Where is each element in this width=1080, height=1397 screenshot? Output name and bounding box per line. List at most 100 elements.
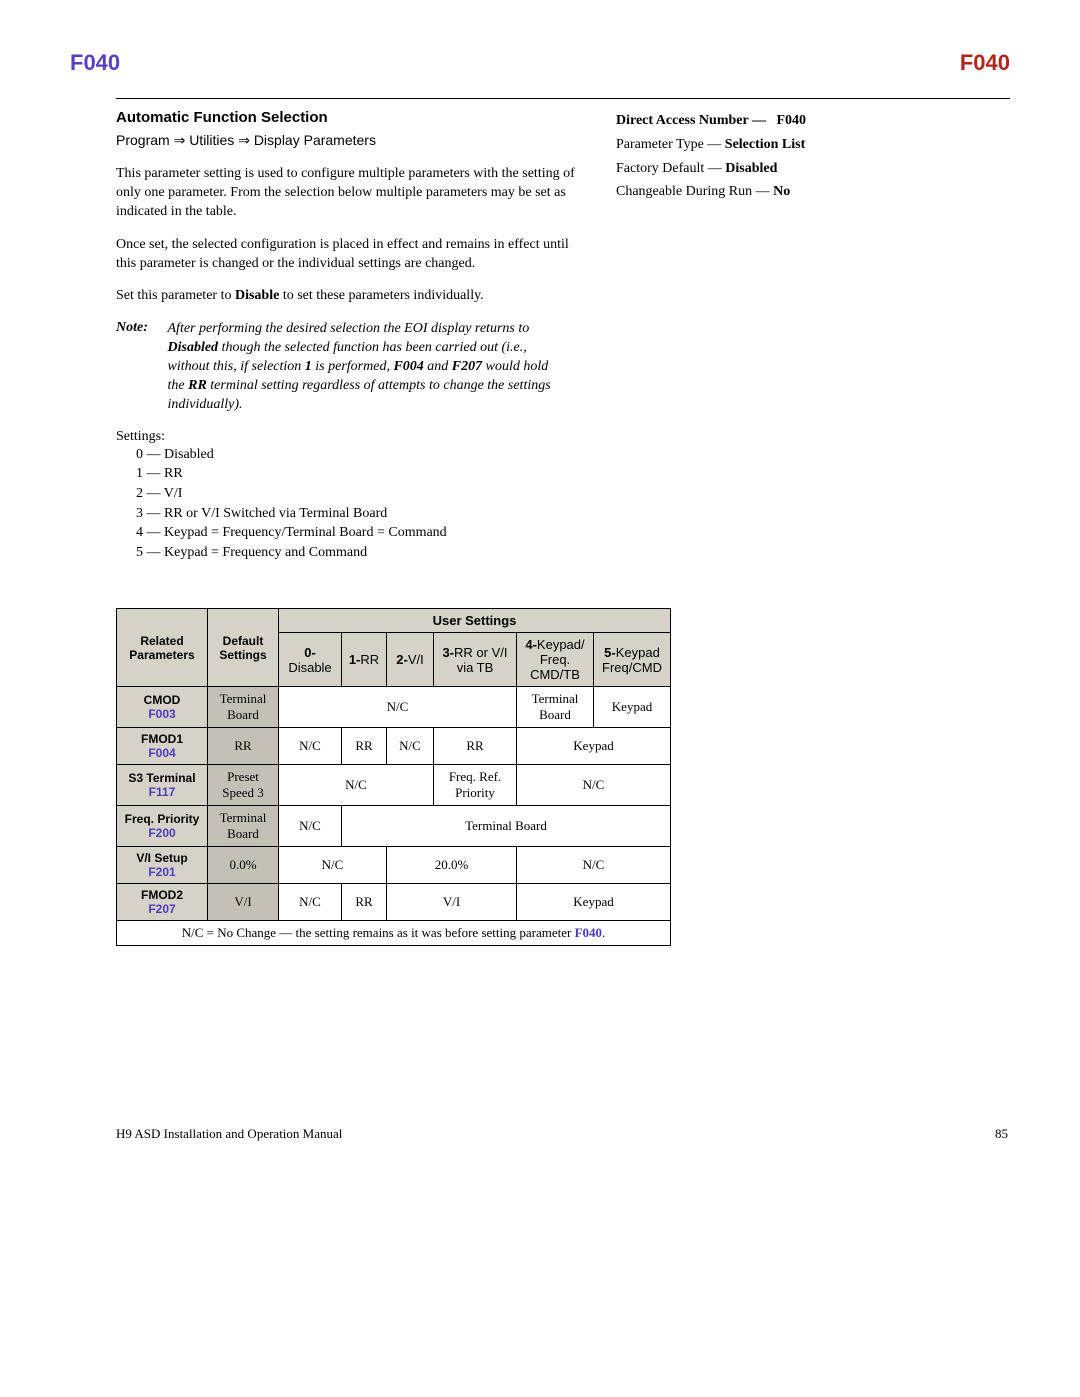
nb3: F004 <box>393 359 423 374</box>
note-text: After performing the desired selection t… <box>168 320 568 414</box>
table-row: CMODF003 Terminal Board N/C Terminal Boa… <box>117 687 671 728</box>
nb5: RR <box>188 378 207 393</box>
r2-name: S3 Terminal <box>128 771 195 785</box>
p3-bold: Disable <box>235 288 279 303</box>
footnote-post: . <box>602 925 605 940</box>
r5-c0: N/C <box>279 884 342 921</box>
nt4: and <box>424 359 452 374</box>
nb4: F207 <box>452 359 482 374</box>
factory-default-row: Factory Default — Disabled <box>616 157 886 181</box>
th-default: Default Settings <box>208 609 279 687</box>
nb2: 1 <box>305 359 312 374</box>
c4t: Keypad/ Freq. CMD/TB <box>530 637 585 682</box>
default-label: Factory Default — <box>616 161 725 176</box>
r0-c4: Terminal Board <box>517 687 594 728</box>
r5-c1: RR <box>342 884 387 921</box>
r0-link[interactable]: F003 <box>148 707 175 721</box>
r3-default: Terminal Board <box>208 806 279 847</box>
footnote-link[interactable]: F040 <box>575 925 602 940</box>
footer-title: H9 ASD Installation and Operation Manual <box>116 1126 342 1142</box>
direct-access-row: Direct Access Number — F040 <box>616 109 886 133</box>
change-value: No <box>773 184 790 199</box>
header-code-right: F040 <box>960 50 1010 76</box>
c2t: V/I <box>408 652 424 667</box>
c0b: 0- <box>304 645 316 660</box>
param-type-row: Parameter Type — Selection List <box>616 133 886 157</box>
c3t: RR or V/I via TB <box>454 645 507 675</box>
r1-link[interactable]: F004 <box>148 746 175 760</box>
setting-4: 4 — Keypad = Frequency/Terminal Board = … <box>136 523 586 543</box>
r4-c0: N/C <box>279 847 387 884</box>
table-row: S3 TerminalF117 Preset Speed 3 N/C Freq.… <box>117 765 671 806</box>
th-c1: 1-RR <box>342 633 387 687</box>
r1-name: FMOD1 <box>141 732 183 746</box>
note-block: Note: After performing the desired selec… <box>116 320 586 414</box>
changeable-row: Changeable During Run — No <box>616 180 886 204</box>
th-c2: 2-V/I <box>387 633 434 687</box>
nt6: terminal setting regardless of attempts … <box>168 378 551 412</box>
r4-link[interactable]: F201 <box>148 865 175 879</box>
r2-link[interactable]: F117 <box>149 785 176 799</box>
content-row: Automatic Function Selection Program ⇒ U… <box>116 109 1010 562</box>
c2b: 2- <box>396 652 408 667</box>
r2-c3: Freq. Ref. Priority <box>434 765 517 806</box>
r3-c0: N/C <box>279 806 342 847</box>
setting-5: 5 — Keypad = Frequency and Command <box>136 543 586 563</box>
r1-c4: Keypad <box>517 728 671 765</box>
r5-link[interactable]: F207 <box>148 902 175 916</box>
th-c0: 0-Disable <box>279 633 342 687</box>
parameter-table: Related Parameters Default Settings User… <box>116 608 671 946</box>
setting-1: 1 — RR <box>136 464 586 484</box>
ptype-value: Selection List <box>725 137 806 152</box>
r5-name: FMOD2 <box>141 888 183 902</box>
r0-name: CMOD <box>144 693 181 707</box>
r0-c0: N/C <box>279 687 517 728</box>
th-c5: 5-Keypad Freq/CMD <box>594 633 671 687</box>
page-number: 85 <box>995 1126 1008 1142</box>
default-value: Disabled <box>725 161 777 176</box>
r5-c2: V/I <box>387 884 517 921</box>
settings-list: 0 — Disabled 1 — RR 2 — V/I 3 — RR or V/… <box>136 445 586 563</box>
th-c3: 3-RR or V/I via TB <box>434 633 517 687</box>
table-row: FMOD1F004 RR N/C RR N/C RR Keypad <box>117 728 671 765</box>
r3-name: Freq. Priority <box>125 812 200 826</box>
p3-pre: Set this parameter to <box>116 288 235 303</box>
c3b: 3- <box>442 645 454 660</box>
note-label: Note: <box>116 320 164 336</box>
nb1: Disabled <box>168 340 219 355</box>
paragraph-1: This parameter setting is used to config… <box>116 165 586 222</box>
paragraph-2: Once set, the selected configuration is … <box>116 236 586 274</box>
dan-value: F040 <box>776 113 806 128</box>
th-user-settings: User Settings <box>279 609 671 633</box>
th-related: Related Parameters <box>117 609 208 687</box>
breadcrumb: Program ⇒ Utilities ⇒ Display Parameters <box>116 132 586 149</box>
paragraph-3: Set this parameter to Disable to set the… <box>116 287 586 306</box>
change-label: Changeable During Run — <box>616 184 773 199</box>
r1-c1: RR <box>342 728 387 765</box>
r4-c4: N/C <box>517 847 671 884</box>
page-header: F040 F040 <box>70 50 1010 76</box>
table-row: Freq. PriorityF200 Terminal Board N/C Te… <box>117 806 671 847</box>
settings-label: Settings: <box>116 429 586 445</box>
section-title: Automatic Function Selection <box>116 109 586 126</box>
r1-c0: N/C <box>279 728 342 765</box>
dan-label: Direct Access Number — <box>616 113 766 128</box>
table-footnote-row: N/C = No Change — the setting remains as… <box>117 921 671 946</box>
r3-link[interactable]: F200 <box>148 826 175 840</box>
setting-2: 2 — V/I <box>136 484 586 504</box>
r5-default: V/I <box>208 884 279 921</box>
nt3: is performed, <box>312 359 394 374</box>
r4-default: 0.0% <box>208 847 279 884</box>
c4b: 4- <box>525 637 537 652</box>
nt1: After performing the desired selection t… <box>168 321 530 336</box>
r3-c1: Terminal Board <box>342 806 671 847</box>
c1b: 1- <box>349 652 361 667</box>
side-column: Direct Access Number — F040 Parameter Ty… <box>616 109 886 204</box>
setting-3: 3 — RR or V/I Switched via Terminal Boar… <box>136 504 586 524</box>
r1-default: RR <box>208 728 279 765</box>
header-code-left: F040 <box>70 50 120 76</box>
c1t: RR <box>360 652 379 667</box>
r0-default: Terminal Board <box>208 687 279 728</box>
ptype-label: Parameter Type — <box>616 137 725 152</box>
r2-default: Preset Speed 3 <box>208 765 279 806</box>
